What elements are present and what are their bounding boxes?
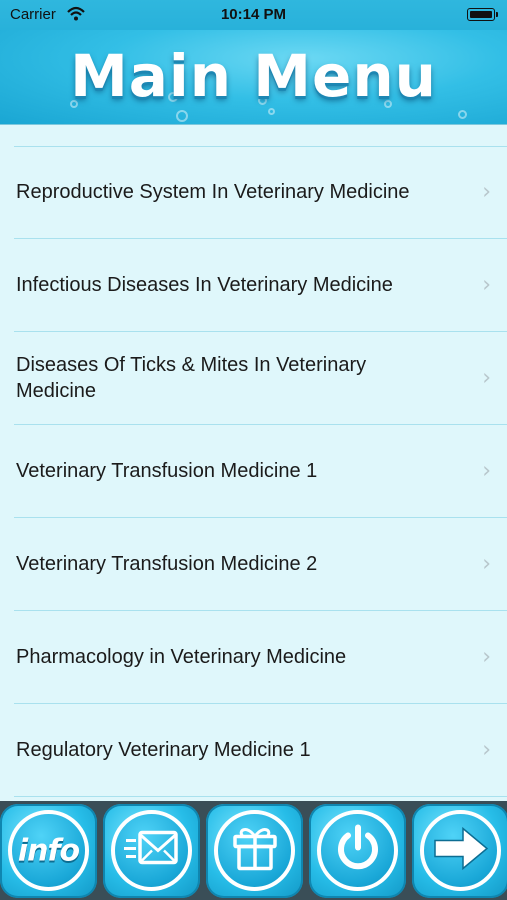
arrow-right-icon [412, 826, 507, 877]
menu-item-transfusion-2[interactable]: Veterinary Transfusion Medicine 2 › [14, 518, 507, 611]
info-label: info [17, 833, 80, 869]
power-icon [309, 824, 406, 879]
menu-item-transfusion-1[interactable]: Veterinary Transfusion Medicine 1 › [14, 425, 507, 518]
menu-item-reproductive-system[interactable]: Reproductive System In Veterinary Medici… [14, 146, 507, 239]
menu-item-label: Infectious Diseases In Veterinary Medici… [16, 274, 393, 296]
chevron-right-icon: › [482, 179, 491, 205]
header-banner: Main Menu [0, 30, 507, 125]
menu-list: Reproductive System In Veterinary Medici… [0, 126, 507, 801]
status-time: 10:14 PM [220, 6, 287, 23]
page-title: Main Menu [70, 42, 437, 110]
mail-icon [103, 827, 200, 876]
bottom-toolbar: info [0, 801, 507, 900]
chevron-right-icon: › [482, 365, 491, 391]
menu-item-ticks-mites[interactable]: Diseases Of Ticks & Mites In Veterinary … [14, 332, 507, 425]
chevron-right-icon: › [482, 272, 491, 298]
chevron-right-icon: › [482, 737, 491, 763]
mail-button[interactable] [103, 804, 200, 898]
next-button[interactable] [412, 804, 507, 898]
battery-icon [467, 8, 498, 21]
menu-item-label: Reproductive System In Veterinary Medici… [16, 181, 410, 203]
menu-item-regulatory-1[interactable]: Regulatory Veterinary Medicine 1 › [14, 704, 507, 797]
menu-item-pharmacology[interactable]: Pharmacology in Veterinary Medicine › [14, 611, 507, 704]
chevron-right-icon: › [482, 458, 491, 484]
menu-item-label: Pharmacology in Veterinary Medicine [16, 646, 347, 668]
chevron-right-icon: › [482, 551, 491, 577]
gift-button[interactable] [206, 804, 303, 898]
chevron-right-icon: › [482, 644, 491, 670]
info-button[interactable]: info [0, 804, 97, 898]
gift-icon [206, 823, 303, 880]
menu-item-label: Regulatory Veterinary Medicine 1 [16, 739, 311, 761]
menu-item-label: Diseases Of Ticks & Mites In Veterinary … [16, 354, 367, 402]
status-bar: Carrier 10:14 PM [0, 0, 507, 30]
power-button[interactable] [309, 804, 406, 898]
menu-item-label: Veterinary Transfusion Medicine 2 [16, 553, 318, 575]
menu-item-infectious-diseases[interactable]: Infectious Diseases In Veterinary Medici… [14, 239, 507, 332]
menu-item-label: Veterinary Transfusion Medicine 1 [16, 460, 318, 482]
